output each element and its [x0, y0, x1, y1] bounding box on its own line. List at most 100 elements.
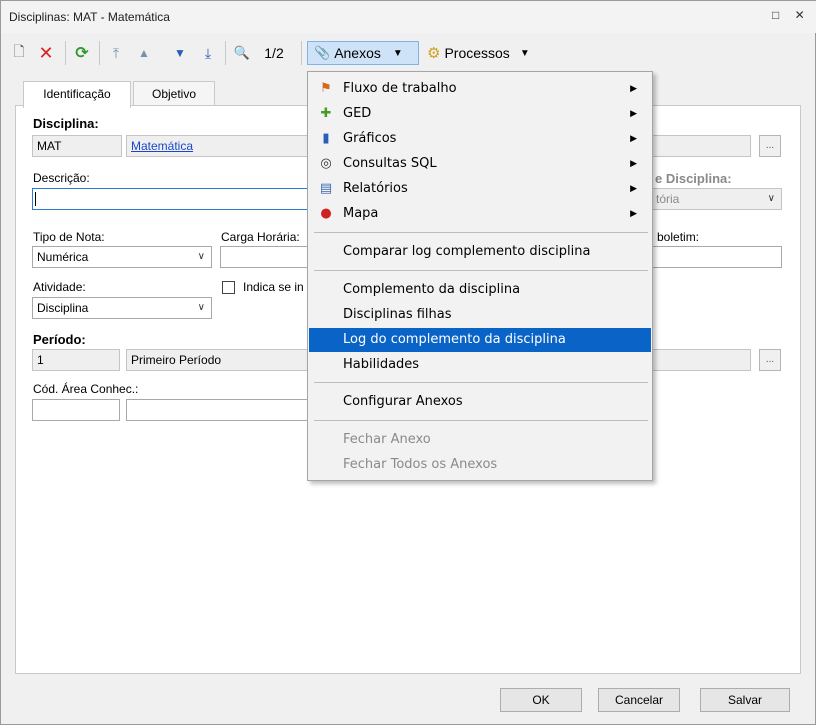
chevron-down-icon: ∨ [197, 302, 205, 313]
processos-label: Processos [444, 45, 510, 61]
menu-item-label: Log do complemento da disciplina [343, 332, 566, 347]
menu-item-label: Complemento da disciplina [343, 282, 521, 297]
menu-item-label: Fluxo de trabalho [343, 81, 457, 96]
refresh-icon[interactable]: ⟳ [71, 41, 93, 65]
menu-item-fluxo-de-trabalho[interactable]: ⚑ Fluxo de trabalho ▶ [309, 77, 651, 101]
first-record-icon[interactable]: ⤒ [105, 41, 127, 65]
new-document-icon[interactable]: 🗋 [9, 41, 29, 65]
previous-record-icon[interactable]: ▲ [133, 41, 155, 65]
atividade-value: Disciplina [37, 301, 89, 315]
tipo-nota-select[interactable]: Numérica ∨ [32, 246, 212, 268]
disciplina-lookup-button[interactable]: ... [759, 135, 781, 157]
menu-item-label: Habilidades [343, 357, 420, 372]
menu-item-consultas-sql[interactable]: ◎ Consultas SQL ▶ [309, 152, 651, 176]
toolbar-separator [65, 41, 66, 65]
indica-label: Indica se in [243, 280, 304, 294]
menu-item-ged[interactable]: ✚ GED ▶ [309, 102, 651, 126]
toolbar-separator [225, 41, 226, 65]
last-record-icon[interactable]: ⤓ [197, 41, 219, 65]
menu-item-label: Relatórios [343, 181, 408, 196]
menu-item-label: Comparar log complemento disciplina [343, 244, 591, 259]
window-title: Disciplinas: MAT - Matemática [9, 10, 170, 24]
descricao-label: Descrição: [33, 171, 90, 185]
menu-item-comparar-log[interactable]: Comparar log complemento disciplina [309, 240, 651, 264]
menu-separator [314, 382, 648, 383]
carga-horaria-label: Carga Horária: [221, 230, 300, 244]
tab-objetivo[interactable]: Objetivo [133, 81, 215, 107]
menu-item-fechar-anexo: Fechar Anexo [309, 428, 651, 452]
toolbar: 🗋 ✕ ⟳ ⤒ ▲ ▼ ⤓ 🔍 1/2 📎 Anexos ▼ ⚙ Process… [1, 35, 816, 73]
atividade-label: Atividade: [33, 280, 86, 294]
window-controls[interactable]: □ ✕ [772, 8, 811, 22]
delete-icon[interactable]: ✕ [35, 41, 57, 65]
menu-item-relatorios[interactable]: ▤ Relatórios ▶ [309, 177, 651, 201]
menu-item-label: Configurar Anexos [343, 394, 463, 409]
menu-item-habilidades[interactable]: Habilidades [309, 353, 651, 377]
ged-icon: ✚ [320, 106, 332, 121]
menu-item-log-complemento[interactable]: Log do complemento da disciplina [309, 328, 651, 352]
menu-item-graficos[interactable]: ▮ Gráficos ▶ [309, 127, 651, 151]
menu-item-label: Fechar Todos os Anexos [343, 457, 498, 472]
submenu-arrow-icon: ▶ [630, 109, 637, 119]
menu-separator [314, 270, 648, 271]
periodo-code-field[interactable]: 1 [32, 349, 120, 371]
workflow-icon: ⚑ [320, 81, 332, 96]
submenu-arrow-icon: ▶ [630, 84, 637, 94]
chart-icon: ▮ [322, 131, 330, 146]
submenu-arrow-icon: ▶ [630, 159, 637, 169]
chevron-down-icon: ∨ [767, 193, 775, 204]
atividade-select[interactable]: Disciplina ∨ [32, 297, 212, 319]
tipo-disciplina-select[interactable]: tória ∨ [651, 188, 782, 210]
indica-checkbox[interactable] [222, 281, 235, 294]
cancel-button[interactable]: Cancelar [598, 688, 680, 712]
carga-horaria-input[interactable] [220, 246, 310, 268]
tipo-disciplina-label: e Disciplina: [655, 171, 732, 186]
tab-identificacao[interactable]: Identificação [23, 81, 131, 108]
menu-separator [314, 232, 648, 233]
menu-item-complemento[interactable]: Complemento da disciplina [309, 278, 651, 302]
report-icon: ▤ [319, 181, 333, 196]
anexos-label: Anexos [334, 45, 381, 61]
ok-button[interactable]: OK [500, 688, 582, 712]
disciplina-name-link[interactable]: Matemática [131, 139, 193, 153]
area-name-field[interactable] [126, 399, 326, 421]
tipo-disciplina-value: tória [656, 192, 680, 206]
save-button[interactable]: Salvar [700, 688, 790, 712]
submenu-arrow-icon: ▶ [630, 184, 637, 194]
toolbar-separator [99, 41, 100, 65]
menu-item-label: Mapa [343, 206, 379, 221]
processos-button[interactable]: ⚙ Processos ▼ [427, 41, 557, 65]
menu-item-configurar-anexos[interactable]: Configurar Anexos [309, 390, 651, 414]
title-bar: Disciplinas: MAT - Matemática □ ✕ [1, 1, 816, 33]
next-record-icon[interactable]: ▼ [169, 41, 191, 65]
map-pin-icon: ● [320, 206, 332, 221]
menu-item-disciplinas-filhas[interactable]: Disciplinas filhas [309, 303, 651, 327]
chevron-down-icon: ▼ [392, 47, 403, 59]
tipo-nota-label: Tipo de Nota: [33, 230, 105, 244]
menu-item-label: Gráficos [343, 131, 397, 146]
anexos-button[interactable]: 📎 Anexos ▼ [307, 41, 419, 65]
menu-item-fechar-todos: Fechar Todos os Anexos [309, 453, 651, 477]
periodo-label: Período: [33, 332, 86, 347]
menu-item-label: Consultas SQL [343, 156, 437, 171]
record-position: 1/2 [264, 45, 284, 61]
menu-item-label: Disciplinas filhas [343, 307, 452, 322]
area-conhec-label: Cód. Área Conhec.: [33, 382, 139, 396]
chevron-down-icon: ▼ [519, 47, 530, 59]
sql-query-icon: ◎ [320, 156, 332, 171]
periodo-lookup-button[interactable]: ... [759, 349, 781, 371]
submenu-arrow-icon: ▶ [630, 209, 637, 219]
binoculars-icon[interactable]: 🔍 [231, 41, 253, 65]
window: Disciplinas: MAT - Matemática □ ✕ 🗋 ✕ ⟳ … [0, 0, 816, 725]
gears-icon: ⚙ [427, 45, 441, 62]
boletim-label: boletim: [657, 230, 700, 244]
area-code-input[interactable] [32, 399, 120, 421]
menu-item-label: Fechar Anexo [343, 432, 431, 447]
menu-item-mapa[interactable]: ● Mapa ▶ [309, 202, 651, 226]
menu-item-label: GED [343, 106, 372, 121]
paperclip-icon: 📎 [314, 45, 331, 60]
disciplina-code-field[interactable]: MAT [32, 135, 122, 157]
submenu-arrow-icon: ▶ [630, 134, 637, 144]
toolbar-separator [301, 41, 302, 65]
boletim-input[interactable] [651, 246, 782, 268]
